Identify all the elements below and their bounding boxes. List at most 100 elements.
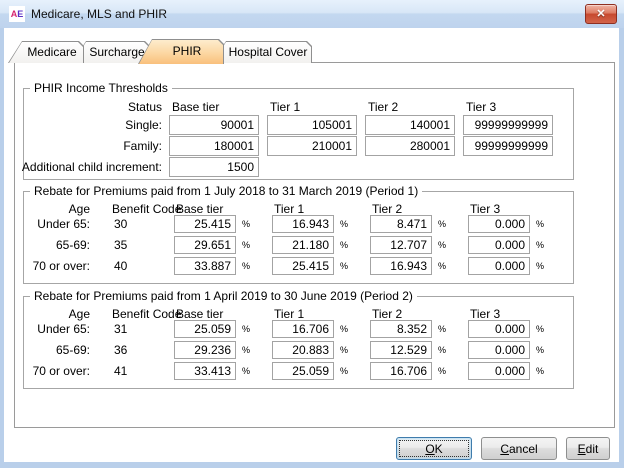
field-p1-6569-tier1[interactable]: 21.180 [272, 236, 334, 254]
cancel-button[interactable]: Cancel [481, 437, 557, 460]
field-p2-6569-tier1[interactable]: 20.883 [272, 341, 334, 359]
close-button[interactable]: ✕ [585, 4, 617, 24]
field-p2-70over-tier1[interactable]: 25.059 [272, 362, 334, 380]
field-p1-6569-tier2[interactable]: 12.707 [370, 236, 432, 254]
group-legend: Rebate for Premiums paid from 1 July 201… [30, 184, 422, 198]
percent-sign: % [242, 362, 250, 380]
dialog-window: AE Medicare, MLS and PHIR ✕ Medicare Sur… [0, 0, 624, 468]
field-p2-under65-tier3[interactable]: 0.000 [468, 320, 530, 338]
percent-sign: % [438, 215, 446, 233]
percent-sign: % [340, 362, 348, 380]
percent-sign: % [536, 215, 544, 233]
field-p2-70over-tier3[interactable]: 0.000 [468, 362, 530, 380]
row-label-70-or-over: 70 or over: [18, 362, 90, 380]
column-header-base-tier: Base tier [176, 202, 223, 216]
period1-rebate-group: Rebate for Premiums paid from 1 July 201… [23, 191, 574, 284]
percent-sign: % [438, 320, 446, 338]
edit-button-label: E [578, 442, 586, 456]
percent-sign: % [340, 215, 348, 233]
field-p1-70over-tier3[interactable]: 0.000 [468, 257, 530, 275]
field-p2-6569-tier3[interactable]: 0.000 [468, 341, 530, 359]
field-p2-under65-tier2[interactable]: 8.352 [370, 320, 432, 338]
row-label-single: Single: [16, 115, 162, 135]
benefit-code-65-69: 35 [114, 236, 127, 254]
field-single-tier1[interactable]: 105001 [267, 115, 357, 135]
group-legend: PHIR Income Thresholds [30, 81, 172, 95]
row-label-under-65: Under 65: [18, 215, 90, 233]
column-header-tier3: Tier 3 [470, 202, 500, 216]
period2-rebate-group: Rebate for Premiums paid from 1 April 20… [23, 296, 574, 389]
tab-phir[interactable]: PHIR [138, 39, 224, 64]
tab-bar: Medicare Surcharge PHIR Hospital Cover [8, 38, 300, 63]
field-additional-child-increment[interactable]: 1500 [169, 157, 259, 177]
percent-sign: % [438, 362, 446, 380]
tab-hospital-cover-label: Hospital Cover [212, 41, 312, 63]
field-p2-6569-tier2[interactable]: 12.529 [370, 341, 432, 359]
field-single-tier2[interactable]: 140001 [365, 115, 455, 135]
tab-medicare[interactable]: Medicare [8, 41, 84, 63]
percent-sign: % [438, 236, 446, 254]
benefit-code-under-65: 30 [114, 215, 127, 233]
column-header-base-tier: Base tier [176, 307, 223, 321]
field-p2-6569-base[interactable]: 29.236 [174, 341, 236, 359]
field-family-base-tier[interactable]: 180001 [169, 136, 259, 156]
phir-income-thresholds-group: PHIR Income Thresholds Status Base tier … [23, 88, 574, 180]
row-label-70-or-over: 70 or over: [18, 257, 90, 275]
row-label-65-69: 65-69: [18, 236, 90, 254]
percent-sign: % [536, 257, 544, 275]
percent-sign: % [340, 320, 348, 338]
percent-sign: % [438, 257, 446, 275]
field-p1-6569-base[interactable]: 29.651 [174, 236, 236, 254]
column-header-status: Status [16, 100, 162, 114]
field-p1-70over-tier1[interactable]: 25.415 [272, 257, 334, 275]
percent-sign: % [242, 341, 250, 359]
percent-sign: % [242, 257, 250, 275]
edit-button-label-rest: dit [586, 442, 599, 456]
field-p1-under65-tier3[interactable]: 0.000 [468, 215, 530, 233]
field-p2-under65-base[interactable]: 25.059 [174, 320, 236, 338]
dialog-client-area: Medicare Surcharge PHIR Hospital Cover P… [4, 28, 619, 462]
field-single-tier3[interactable]: 99999999999 [463, 115, 553, 135]
benefit-code-70-or-over: 41 [114, 362, 127, 380]
group-legend: Rebate for Premiums paid from 1 April 20… [30, 289, 417, 303]
field-single-base-tier[interactable]: 90001 [169, 115, 259, 135]
app-icon-letter-e: E [17, 9, 23, 19]
column-header-tier3: Tier 3 [470, 307, 500, 321]
row-label-family: Family: [16, 136, 162, 156]
ok-button-label-rest: K [435, 442, 443, 456]
column-header-tier1: Tier 1 [274, 202, 304, 216]
field-p1-6569-tier3[interactable]: 0.000 [468, 236, 530, 254]
column-header-benefit-code: Benefit Code [112, 202, 181, 216]
benefit-code-70-or-over: 40 [114, 257, 127, 275]
dialog-button-bar: OK Cancel Edit [396, 437, 610, 460]
percent-sign: % [536, 362, 544, 380]
field-family-tier2[interactable]: 280001 [365, 136, 455, 156]
app-icon: AE [9, 6, 25, 22]
column-header-age: Age [18, 202, 90, 216]
benefit-code-under-65: 31 [114, 320, 127, 338]
column-header-tier2: Tier 2 [372, 202, 402, 216]
field-p2-70over-tier2[interactable]: 16.706 [370, 362, 432, 380]
ok-button[interactable]: OK [396, 437, 472, 460]
field-family-tier3[interactable]: 99999999999 [463, 136, 553, 156]
column-header-tier2: Tier 2 [372, 307, 402, 321]
column-header-age: Age [18, 307, 90, 321]
edit-button[interactable]: Edit [566, 437, 610, 460]
field-p1-70over-tier2[interactable]: 16.943 [370, 257, 432, 275]
percent-sign: % [242, 320, 250, 338]
field-p1-under65-tier2[interactable]: 8.471 [370, 215, 432, 233]
column-header-benefit-code: Benefit Code [112, 307, 181, 321]
percent-sign: % [242, 236, 250, 254]
tab-phir-label: PHIR [138, 39, 224, 64]
phir-tab-panel: PHIR Income Thresholds Status Base tier … [14, 62, 615, 428]
field-p1-under65-tier1[interactable]: 16.943 [272, 215, 334, 233]
field-p2-70over-base[interactable]: 33.413 [174, 362, 236, 380]
field-p1-70over-base[interactable]: 33.887 [174, 257, 236, 275]
field-family-tier1[interactable]: 210001 [267, 136, 357, 156]
row-label-additional-child-increment: Additional child increment: [16, 157, 162, 177]
percent-sign: % [340, 257, 348, 275]
percent-sign: % [340, 341, 348, 359]
tab-hospital-cover[interactable]: Hospital Cover [212, 41, 312, 63]
field-p2-under65-tier1[interactable]: 16.706 [272, 320, 334, 338]
field-p1-under65-base[interactable]: 25.415 [174, 215, 236, 233]
